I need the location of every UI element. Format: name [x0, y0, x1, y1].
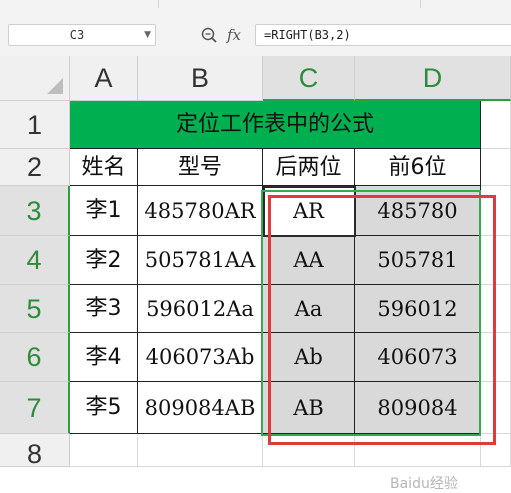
cell[interactable] — [138, 434, 263, 467]
title-cell[interactable]: 定位工作表中的公式 — [70, 101, 481, 149]
table-cell-name[interactable]: 李3 — [70, 285, 138, 333]
table-cell-model[interactable]: 406073Ab — [138, 333, 263, 382]
cell[interactable] — [481, 149, 511, 186]
select-all-triangle-icon — [47, 78, 63, 94]
formula-text: =RIGHT(B3,2) — [264, 28, 351, 42]
row-header-6[interactable]: 6 — [0, 333, 70, 382]
table-cell-model[interactable]: 485780AR — [138, 186, 263, 236]
ribbon-separator — [420, 0, 421, 8]
cell[interactable] — [481, 382, 511, 434]
spreadsheet-grid: A B C D 1 2 3 4 5 6 7 8 定位工作表中的公式 姓名 型号 … — [0, 56, 511, 492]
header-cell-first6[interactable]: 前6位 — [355, 149, 481, 186]
table-cell-last2[interactable]: AA — [263, 236, 355, 285]
table-cell-model[interactable]: 505781AA — [138, 236, 263, 285]
cell[interactable] — [481, 101, 511, 149]
select-all-corner[interactable] — [0, 56, 70, 101]
row-header-8[interactable]: 8 — [0, 434, 70, 469]
cell[interactable] — [481, 285, 511, 333]
formula-bar: C3 ▼ fx =RIGHT(B3,2) — [0, 14, 511, 57]
header-cell-last2[interactable]: 后两位 — [263, 149, 355, 186]
cell[interactable] — [481, 186, 511, 236]
chevron-down-icon[interactable]: ▼ — [144, 29, 151, 41]
row-header-2[interactable]: 2 — [0, 149, 70, 186]
cell[interactable] — [355, 434, 481, 467]
row-header-5[interactable]: 5 — [0, 285, 70, 333]
header-cell-model[interactable]: 型号 — [138, 149, 263, 186]
table-cell-name[interactable]: 李1 — [70, 186, 138, 236]
cell[interactable] — [481, 236, 511, 285]
name-box[interactable]: C3 ▼ — [8, 24, 156, 46]
function-fx-icon[interactable]: fx — [227, 24, 241, 46]
table-cell-first6[interactable]: 406073 — [355, 333, 481, 382]
cell[interactable] — [70, 434, 138, 467]
cell[interactable] — [481, 333, 511, 382]
watermark: Baidu经验 — [390, 476, 458, 492]
table-cell-first6[interactable]: 596012 — [355, 285, 481, 333]
table-cell-last2[interactable]: Ab — [263, 333, 355, 382]
table-cell-name[interactable]: 李2 — [70, 236, 138, 285]
table-cell-name[interactable]: 李5 — [70, 382, 138, 434]
column-header-a[interactable]: A — [70, 56, 138, 101]
header-cell-name[interactable]: 姓名 — [70, 149, 138, 186]
formula-input[interactable]: =RIGHT(B3,2) — [255, 24, 511, 46]
table-cell-last2[interactable]: AB — [263, 382, 355, 434]
column-header-b[interactable]: B — [138, 56, 263, 101]
table-cell-first6[interactable]: 505781 — [355, 236, 481, 285]
cell[interactable] — [481, 434, 511, 467]
table-cell-last2[interactable]: AR — [263, 186, 355, 236]
column-header-c[interactable]: C — [263, 56, 355, 101]
ribbon-bottom-strip — [0, 0, 511, 15]
ribbon-separator — [158, 0, 159, 8]
column-header-d[interactable]: D — [355, 56, 511, 101]
row-header-3[interactable]: 3 — [0, 186, 70, 236]
table-cell-name[interactable]: 李4 — [70, 333, 138, 382]
table-cell-first6[interactable]: 485780 — [355, 186, 481, 236]
magnifier-icon[interactable] — [200, 24, 220, 46]
table-cell-last2[interactable]: Aa — [263, 285, 355, 333]
cell[interactable] — [263, 434, 355, 467]
name-box-value: C3 — [69, 28, 85, 42]
row-header-4[interactable]: 4 — [0, 236, 70, 285]
table-cell-first6[interactable]: 809084 — [355, 382, 481, 434]
row-header-7[interactable]: 7 — [0, 382, 70, 434]
table-cell-model[interactable]: 596012Aa — [138, 285, 263, 333]
table-cell-model[interactable]: 809084AB — [138, 382, 263, 434]
row-header-1[interactable]: 1 — [0, 101, 70, 149]
